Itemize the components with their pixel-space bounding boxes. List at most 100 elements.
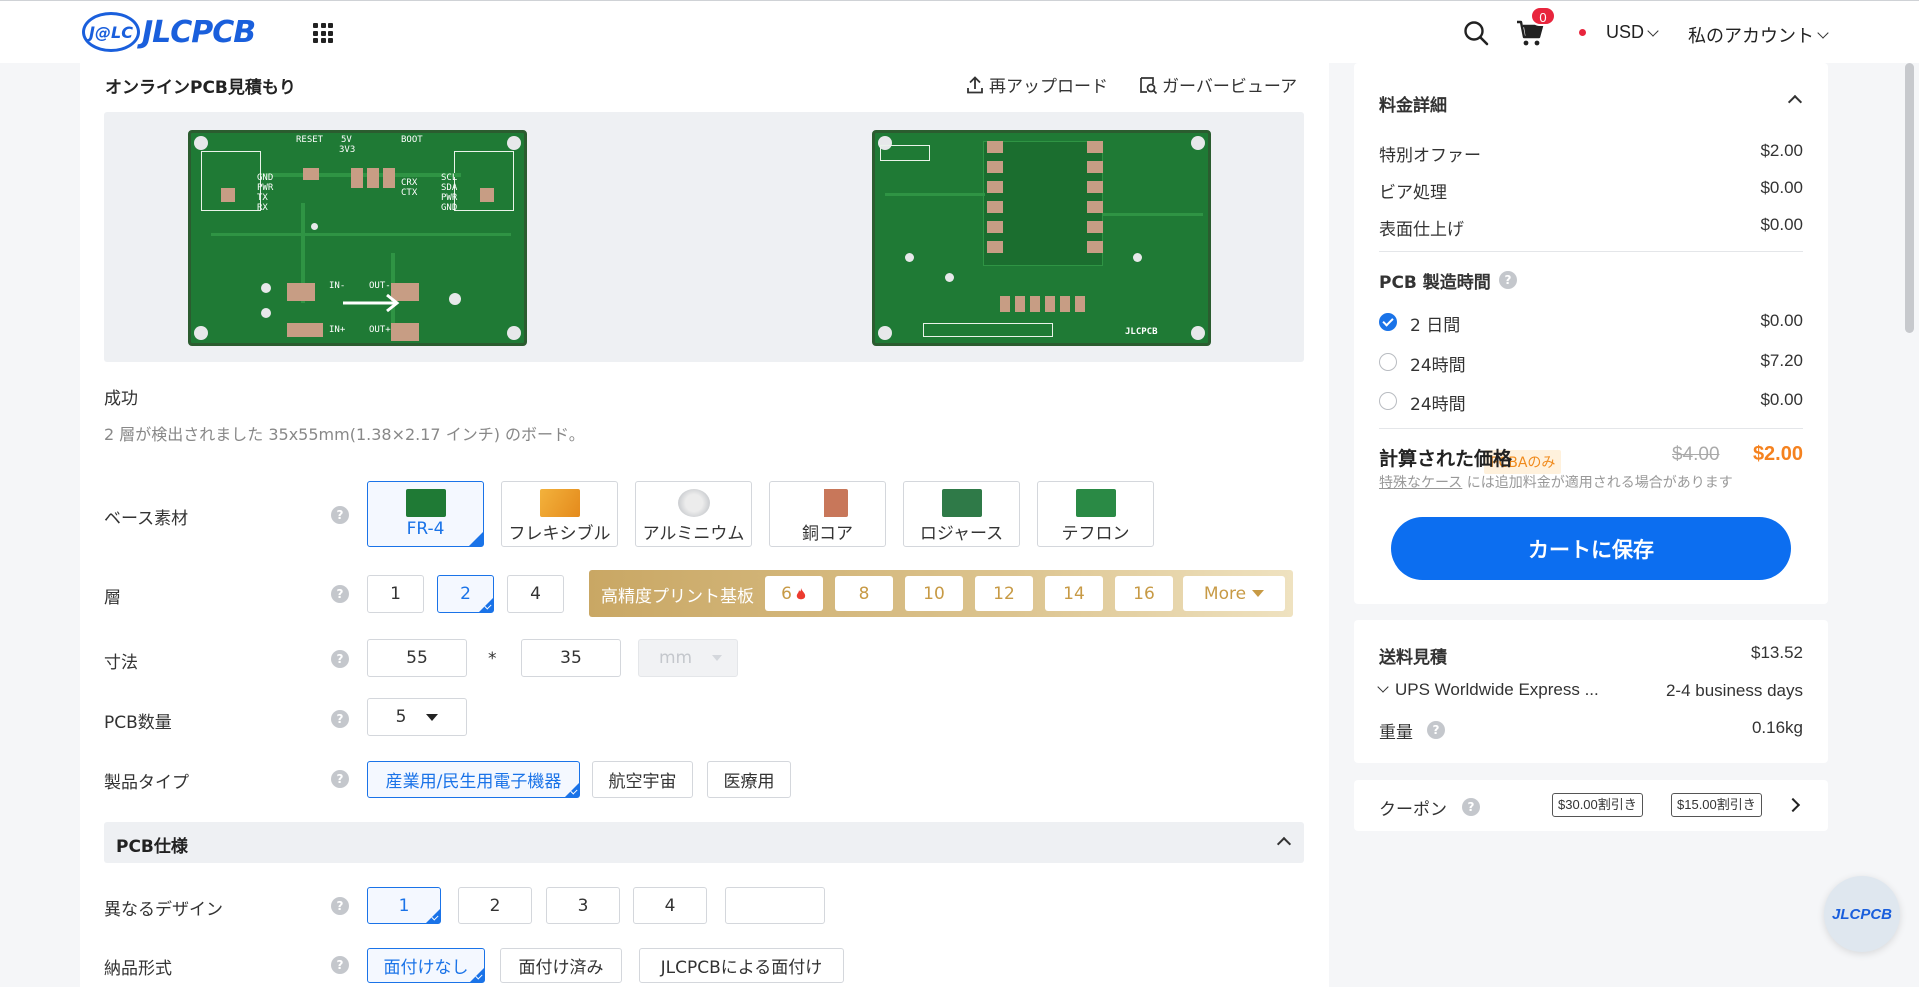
caret-down-icon (426, 713, 439, 721)
help-icon[interactable]: ? (331, 897, 349, 915)
high-precision-label: 高精度プリント基板 (601, 587, 754, 607)
reupload-label: 再アップロード (989, 77, 1108, 97)
gerber-viewer-label: ガーバービューア (1162, 77, 1298, 97)
price-row-value: $2.00 (1760, 141, 1803, 160)
chevron-down-icon (1647, 24, 1659, 37)
layer-option-10[interactable]: 10 (905, 576, 963, 611)
high-precision-group: 高精度プリント基板 6 8 10 12 14 16 More (589, 570, 1293, 617)
logo-badge: J@LC (82, 12, 140, 52)
delivery-single-piece[interactable]: 面付けなし (367, 948, 485, 983)
more-layers-dropdown[interactable]: More (1183, 576, 1285, 611)
shipping-estimate-card: 送料見積 $13.52 UPS Worldwide Express ... 2-… (1354, 620, 1828, 763)
reupload-button[interactable]: 再アップロード (965, 72, 1108, 97)
help-icon[interactable]: ? (331, 770, 349, 788)
product-type-industrial[interactable]: 産業用/民生用電子機器 (367, 761, 580, 798)
notification-dot (1579, 29, 1586, 36)
currency-selector[interactable]: USD (1606, 22, 1659, 43)
search-icon[interactable] (1463, 20, 1489, 46)
price-row-label: ビア処理 (1379, 183, 1447, 203)
coupon-label: クーポン (1379, 800, 1447, 820)
material-copper-core[interactable]: 銅コア (769, 481, 886, 547)
chevron-down-icon (1377, 681, 1389, 693)
material-flex[interactable]: フレキシブル (501, 481, 618, 547)
jlcpcb-logo[interactable]: J@LC JLCPCB (82, 11, 256, 53)
chevron-up-icon[interactable] (1787, 94, 1803, 110)
new-price: $2.00 (1752, 443, 1803, 465)
layer-option-1[interactable]: 1 (367, 575, 424, 613)
hot-flame-icon (796, 587, 806, 599)
delivery-panel-by-jlcpcb[interactable]: JLCPCBによる面付け (639, 948, 844, 983)
flex-icon (539, 489, 580, 517)
layer-option-8[interactable]: 8 (835, 576, 893, 611)
floating-jlcpcb-button[interactable]: JLCPCB (1824, 876, 1900, 952)
design-option-2[interactable]: 2 (458, 887, 532, 924)
layer-option-12[interactable]: 12 (975, 576, 1033, 611)
help-icon[interactable]: ? (1499, 271, 1517, 289)
gerber-viewer-button[interactable]: ガーバービューア (1138, 72, 1297, 97)
material-rogers[interactable]: ロジャース (903, 481, 1020, 547)
build-time-radio-24h[interactable] (1379, 353, 1397, 371)
help-icon[interactable]: ? (1427, 721, 1445, 739)
layer-option-14[interactable]: 14 (1045, 576, 1103, 611)
pcb-front-image: RESET 5V 3V3 BOOT GND PWR TX RX CRX CTX … (188, 130, 527, 346)
layer-option-2[interactable]: 2 (437, 575, 494, 613)
price-details-card: 料金詳細 特別オファー $2.00 ビア処理 $0.00 表面仕上げ $0.00… (1354, 63, 1828, 604)
unit-label: mm (659, 648, 693, 668)
save-to-cart-button[interactable]: カートに保存 (1391, 517, 1791, 580)
quantity-select[interactable]: 5 (367, 698, 467, 736)
pcb-spec-section-header[interactable]: PCB仕様 (104, 822, 1304, 863)
unit-select[interactable]: mm (638, 639, 738, 677)
material-label: フレキシブル (508, 524, 611, 544)
shipping-method: UPS Worldwide Express ... (1395, 680, 1599, 699)
design-option-3[interactable]: 3 (546, 887, 620, 924)
help-icon[interactable]: ? (331, 710, 349, 728)
material-teflon[interactable]: テフロン (1037, 481, 1154, 547)
page-title: オンラインPCB見積もり (105, 78, 296, 98)
help-icon[interactable]: ? (331, 585, 349, 603)
layer-option-6[interactable]: 6 (765, 576, 823, 611)
page-scrollbar[interactable] (1905, 63, 1914, 333)
layer-option-16[interactable]: 16 (1115, 576, 1173, 611)
build-time-radio-24h-pcba[interactable] (1379, 392, 1397, 410)
build-time-option-price: $0.00 (1760, 390, 1803, 409)
price-row-label: 表面仕上げ (1379, 220, 1464, 240)
dimension-height-input[interactable]: 35 (521, 639, 621, 677)
quote-panel: オンラインPCB見積もり 再アップロード ガーバービューア RESET 5V 3… (80, 63, 1329, 987)
product-type-aerospace[interactable]: 航空宇宙 (592, 761, 693, 798)
delivery-format-label: 納品形式 (104, 959, 172, 979)
shipping-method-selector[interactable]: UPS Worldwide Express ... (1377, 680, 1599, 700)
caret-down-icon (712, 655, 723, 661)
design-option-1[interactable]: 1 (367, 887, 441, 924)
account-menu[interactable]: 私のアカウント (1688, 22, 1829, 48)
build-time-radio-2days[interactable] (1379, 313, 1397, 331)
divider (1379, 251, 1803, 252)
delivery-panel-by-customer[interactable]: 面付け済み (500, 948, 622, 983)
help-icon[interactable]: ? (331, 506, 349, 524)
layer-option-4[interactable]: 4 (507, 575, 564, 613)
top-header: J@LC JLCPCB 0 USD 私のアカウント (0, 0, 1919, 63)
base-material-label: ベース素材 (104, 509, 189, 529)
calculated-price-title: 計算された価格 (1379, 448, 1513, 470)
pcb-back-image: JLCPCB (872, 130, 1211, 346)
material-aluminum[interactable]: アルミニウム (635, 481, 752, 547)
material-label: テフロン (1061, 524, 1130, 544)
dimension-width-input[interactable]: 55 (367, 639, 467, 677)
layers-label: 層 (104, 588, 121, 608)
product-type-medical[interactable]: 医療用 (707, 761, 791, 798)
help-icon[interactable]: ? (331, 650, 349, 668)
material-fr4[interactable]: FR-4 (367, 481, 484, 547)
build-time-option-label: 2 日間 (1410, 316, 1461, 336)
quantity-label: PCB数量 (104, 713, 172, 733)
weight-value: 0.16kg (1751, 718, 1803, 737)
apps-grid-icon[interactable] (313, 23, 333, 43)
special-case-note: 特殊なケース には追加料金が適用される場合があります (1379, 472, 1733, 492)
help-icon[interactable]: ? (1462, 798, 1480, 816)
quantity-value: 5 (395, 707, 407, 727)
shipping-cost: $13.52 (1751, 643, 1803, 662)
aluminum-icon (677, 489, 710, 517)
special-case-link[interactable]: 特殊なケース (1379, 475, 1462, 491)
build-time-option-price: $0.00 (1760, 311, 1803, 330)
design-option-4[interactable]: 4 (633, 887, 707, 924)
help-icon[interactable]: ? (331, 956, 349, 974)
design-custom-input[interactable] (725, 887, 825, 924)
